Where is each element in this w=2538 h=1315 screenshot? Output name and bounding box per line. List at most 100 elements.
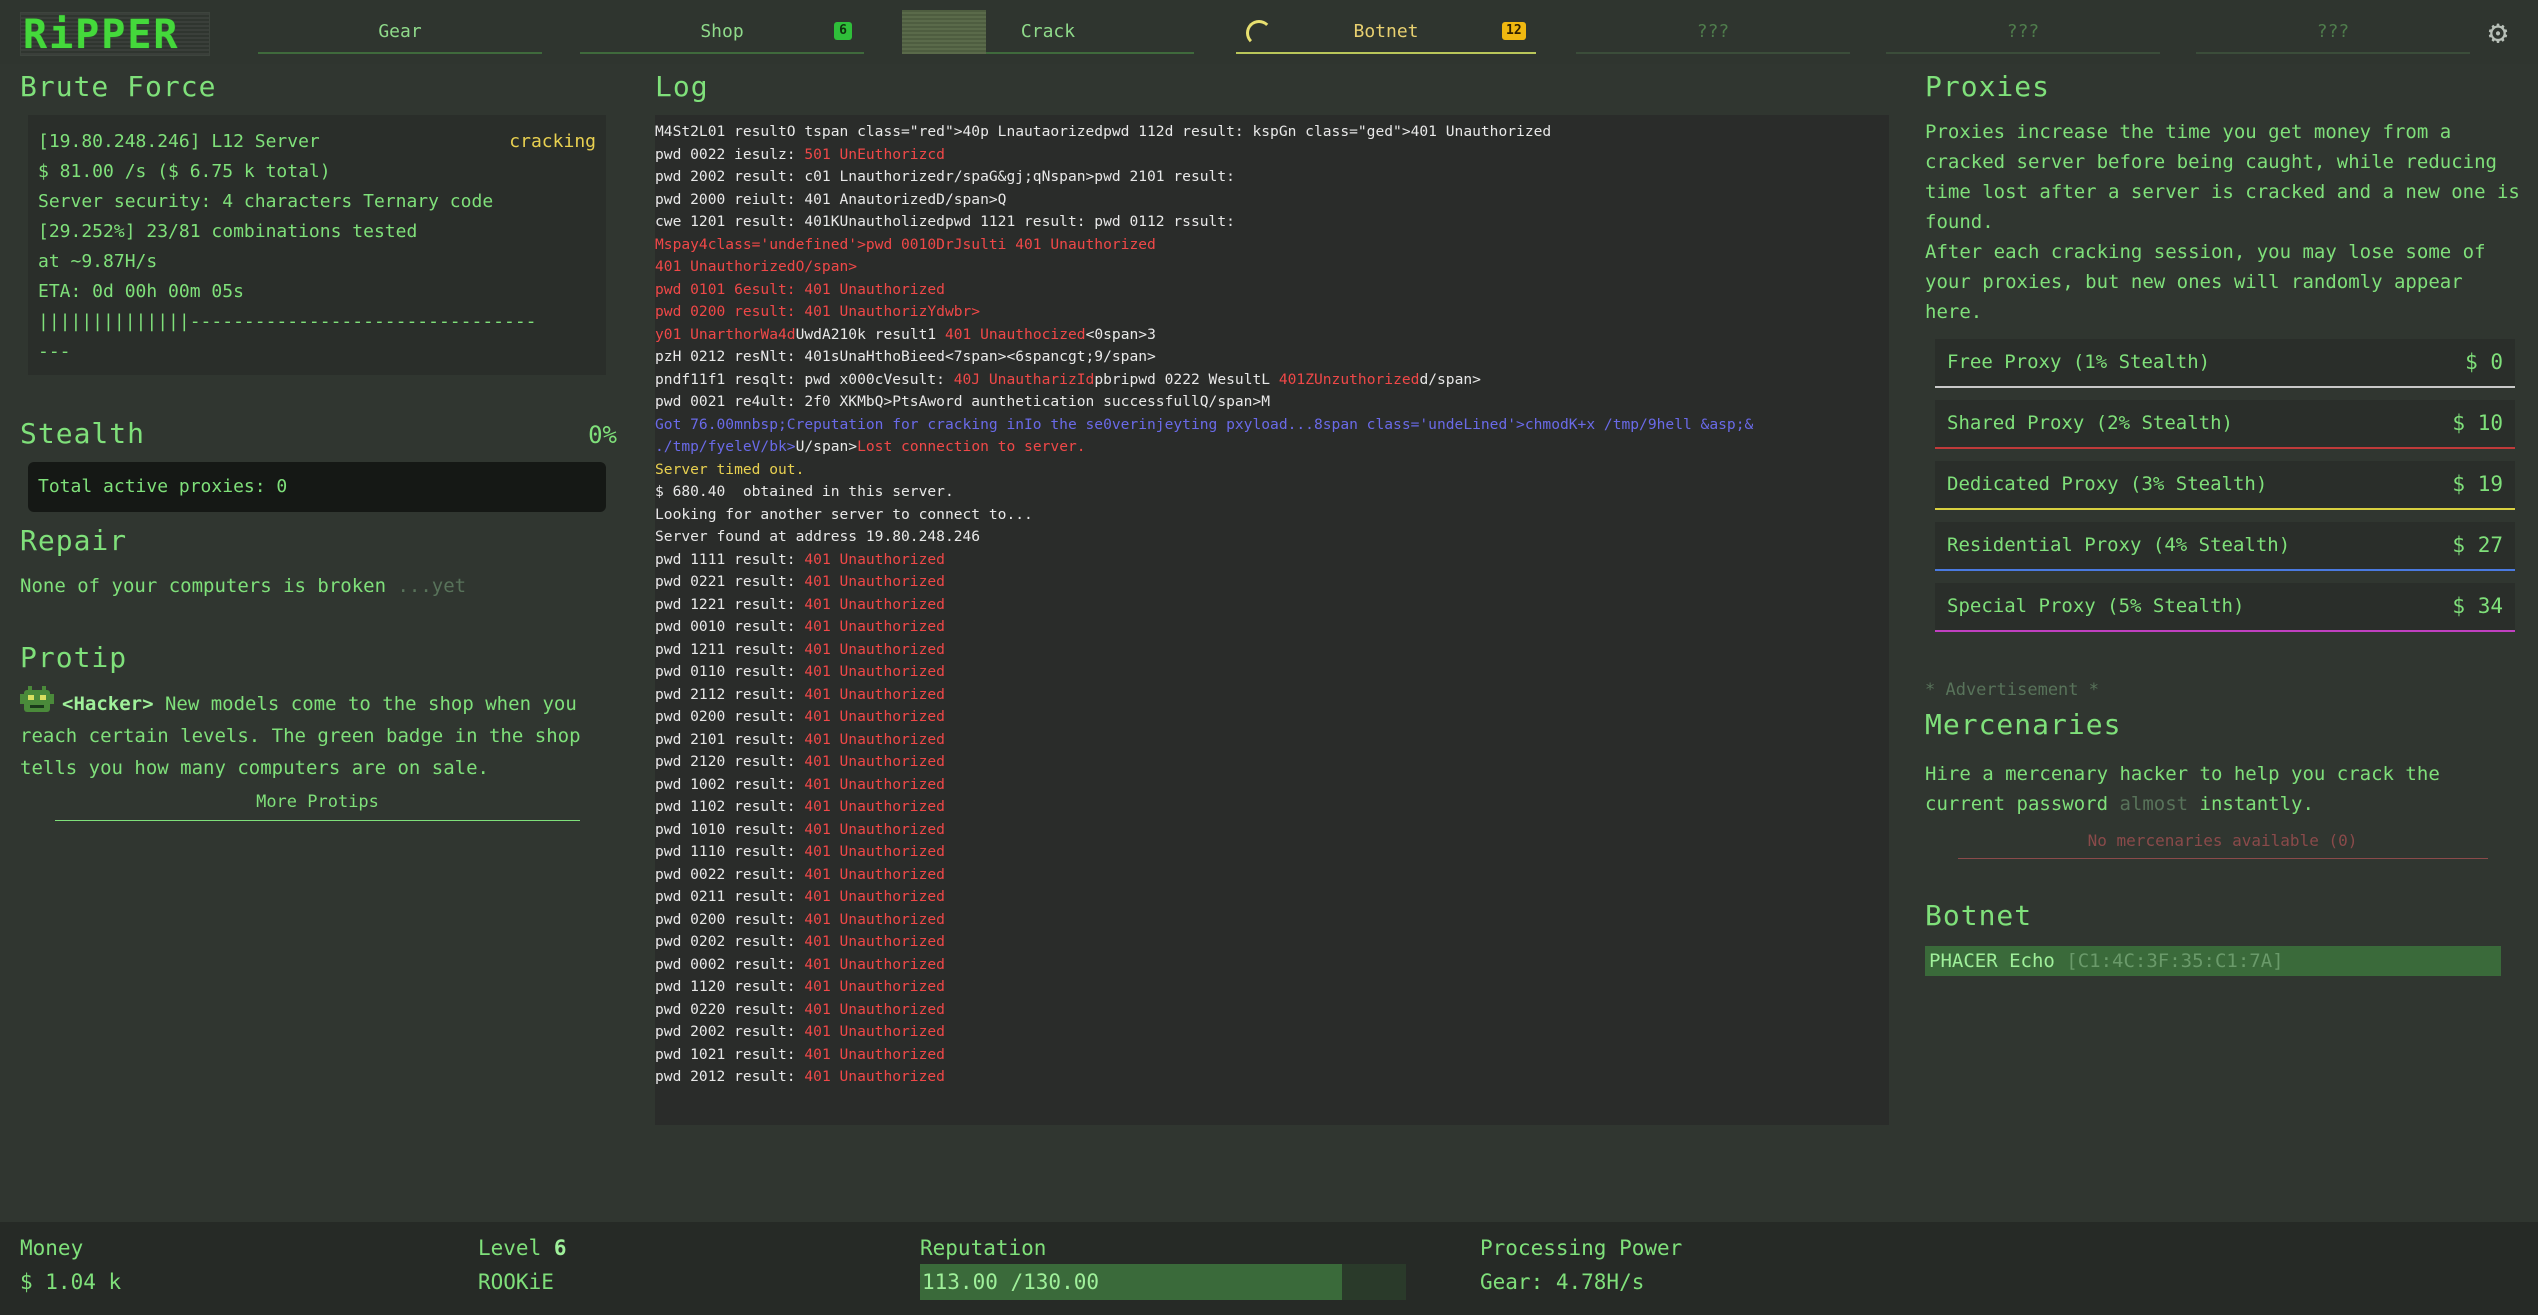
log-segment: 401 Unauthorized <box>804 978 945 995</box>
log-line: Looking for another server to connect to… <box>655 504 1889 527</box>
log-line: pwd 1021 result: 401 Unauthorized <box>655 1044 1889 1067</box>
level-stat: Level 6 ROOKiE <box>478 1236 567 1294</box>
botnet-badge: 12 <box>1502 22 1526 40</box>
right-column: Proxies Proxies increase the time you ge… <box>1925 70 2520 976</box>
log-line: pwd 0021 re4ult: 2f0 XKMbQ>PtsAword aunt… <box>655 391 1889 414</box>
total-active-proxies: Total active proxies: 0 <box>28 462 606 512</box>
log-line: pwd 0022 result: 401 Unauthorized <box>655 864 1889 887</box>
no-mercenaries-button[interactable]: No mercenaries available (0) <box>1957 831 2488 859</box>
mercenaries-description: Hire a mercenary hacker to help you crac… <box>1925 759 2520 819</box>
brute-force-title: Brute Force <box>20 70 217 103</box>
proxy-name: Special Proxy (5% Stealth) <box>1947 595 2245 617</box>
log-segment: U/span> <box>795 438 858 455</box>
log-line: pwd 2002 result: 401 Unauthorized <box>655 1021 1889 1044</box>
status-bar: Money $ 1.04 k Level 6 ROOKiE Reputation… <box>0 1222 2538 1315</box>
log-segment: Mspay4class='undefined'>pwd 0010DrJsulti… <box>655 235 1156 253</box>
processing-power-value: Gear: 4.78H/s <box>1480 1270 1645 1294</box>
combinations-tested: [29.252%] 23/81 combinations tested <box>38 221 418 242</box>
log-segment: Server found at address 19.80.248.246 <box>655 528 981 545</box>
log-panel[interactable]: M4St2L01 resultO tspan class="red">40p L… <box>655 115 1889 1125</box>
proxy-item-residential[interactable]: Residential Proxy (4% Stealth) $ 27 <box>1935 522 2515 571</box>
log-line: pwd 0200 result: 401 Unauthorized <box>655 706 1889 729</box>
log-line: $ 680.40 obtained in this server. <box>655 481 1889 504</box>
log-segment: 401 Unauthorized <box>804 865 945 883</box>
processing-power-stat: Processing Power Gear: 4.78H/s <box>1480 1236 1682 1294</box>
tab-crack[interactable]: Crack <box>902 10 1194 54</box>
log-line: pndf11f1 resqlt: pwd x000cVesult: 40J Un… <box>655 369 1889 392</box>
tab-shop-label: Shop <box>700 21 744 42</box>
income-rate: $ 81.00 /s ($ 6.75 k total) <box>38 161 331 182</box>
loading-spinner-icon <box>1246 20 1272 46</box>
log-line: pwd 1111 result: 401 Unauthorized <box>655 549 1889 572</box>
log-segment: 401ZUnzuthorized <box>1278 370 1420 388</box>
log-segment: 401 Unauthorized <box>804 1000 945 1018</box>
top-nav-bar: RiPPER Gear Shop 6 Crack Botnet 12 ??? ?… <box>0 0 2538 64</box>
log-line: pwd 2012 result: 401 Unauthorized <box>655 1066 1889 1089</box>
log-segment: pwd 0200 result: <box>655 910 805 928</box>
log-segment: d/span> <box>1419 370 1481 388</box>
tab-locked-1[interactable]: ??? <box>1576 14 1850 54</box>
reputation-stat: Reputation 113.00 /130.00 <box>920 1236 1406 1300</box>
tab-locked-2-label: ??? <box>2006 21 2040 42</box>
log-segment: M4St2L01 resultO tspan class="red">40p L… <box>655 123 1552 140</box>
log-segment: pwd 0200 result: 401 UnauthorizYdwbr> <box>655 303 981 320</box>
proxy-item-shared[interactable]: Shared Proxy (2% Stealth) $ 10 <box>1935 400 2515 449</box>
log-segment: 401 Unauthorized <box>804 820 945 838</box>
log-segment: Server timed out. <box>655 460 805 478</box>
log-segment: $ 680.40 obtained in this server. <box>655 483 954 500</box>
tab-shop[interactable]: Shop 6 <box>580 14 864 54</box>
eta: ETA: 0d 00h 00m 05s <box>38 281 244 302</box>
log-segment: 401 Unauthorized <box>804 573 945 590</box>
reputation-bar: 113.00 /130.00 <box>920 1264 1406 1300</box>
log-segment: pwd 1120 result: <box>655 978 805 995</box>
proxy-item-dedicated[interactable]: Dedicated Proxy (3% Stealth) $ 19 <box>1935 461 2515 510</box>
log-segment: Got 76.00mnbsp;Creputation for cracking … <box>655 415 1754 433</box>
log-segment: pwd 1221 result: <box>655 595 805 613</box>
log-segment: pwd 0200 result: <box>655 708 805 725</box>
log-line: pwd 0101 6esult: 401 Unauthorized <box>655 279 1889 302</box>
settings-gear-icon[interactable]: ⚙ <box>2482 16 2514 48</box>
reputation-value: 113.00 /130.00 <box>922 1270 1100 1294</box>
log-segment: pwd 0022 result: <box>655 865 805 883</box>
proxy-item-special[interactable]: Special Proxy (5% Stealth) $ 34 <box>1935 583 2515 632</box>
tab-gear[interactable]: Gear <box>258 14 542 54</box>
tab-locked-3-label: ??? <box>2316 21 2350 42</box>
more-protips-link[interactable]: More Protips <box>55 792 580 821</box>
log-line: pwd 2120 result: 401 Unauthorized <box>655 751 1889 774</box>
log-line: Mspay4class='undefined'>pwd 0010DrJsulti… <box>655 234 1889 257</box>
log-segment: 401 Unauthorized <box>804 730 945 748</box>
proxy-item-free[interactable]: Free Proxy (1% Stealth) $ 0 <box>1935 339 2515 388</box>
money-value: $ 1.04 k <box>20 1270 122 1294</box>
log-line: pwd 0200 result: 401 Unauthorized <box>655 909 1889 932</box>
proxy-price: $ 27 <box>2452 533 2503 557</box>
log-line: pwd 0221 result: 401 Unauthorized <box>655 571 1889 594</box>
log-line: 401 UnauthorizedO/span> <box>655 256 1889 279</box>
log-segment: Looking for another server to connect to… <box>655 505 1033 523</box>
repair-status: None of your computers is broken ...yet <box>20 575 615 597</box>
log-segment: 401 Unauthorized <box>804 640 945 658</box>
protip-title: Protip <box>20 641 128 674</box>
proxy-name: Free Proxy (1% Stealth) <box>1947 351 2211 373</box>
log-segment: 401 UnauthorizedO/span> <box>655 258 858 275</box>
log-segment: 401 Unauthorized <box>804 753 945 770</box>
tab-botnet[interactable]: Botnet 12 <box>1236 14 1536 54</box>
tab-locked-3[interactable]: ??? <box>2196 14 2470 54</box>
log-line: pwd 0211 result: 401 Unauthorized <box>655 886 1889 909</box>
progress-bar-text: ||||||||||||||--------------------------… <box>38 311 537 332</box>
reputation-label: Reputation <box>920 1236 1047 1260</box>
log-segment: pndf11f1 resqlt: pwd x000cVesult: <box>655 370 954 388</box>
tab-locked-2[interactable]: ??? <box>1886 14 2160 54</box>
server-security: Server security: 4 characters Ternary co… <box>38 191 494 212</box>
proxies-description: Proxies increase the time you get money … <box>1925 117 2520 327</box>
log-segment: 401 Unauthorized <box>804 910 945 928</box>
log-segment: pwd 2101 result: <box>655 730 805 748</box>
log-line: pwd 1221 result: 401 Unauthorized <box>655 594 1889 617</box>
log-segment: pwd 2002 result: <box>655 1023 805 1040</box>
log-segment: 401 Unauthorized <box>804 955 945 973</box>
log-segment: pwd 2000 reiult: 401 AnautorizedD/span>Q <box>655 190 1007 208</box>
ripper-logo: RiPPER <box>20 12 210 57</box>
proxy-price: $ 19 <box>2452 472 2503 496</box>
crack-thumbnail <box>902 10 986 54</box>
advertisement-label: * Advertisement * <box>1925 680 2099 700</box>
botnet-item[interactable]: PHACER Echo [C1:4C:3F:35:C1:7A] <box>1925 946 2501 976</box>
